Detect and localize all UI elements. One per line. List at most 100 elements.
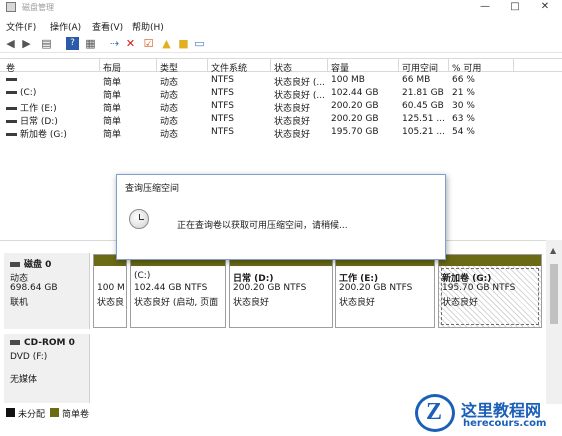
cell-percent-free: 54 % (452, 127, 475, 137)
col-divider (156, 59, 157, 72)
volume-cap (439, 255, 541, 266)
maximize-button[interactable]: □ (500, 0, 530, 15)
watermark-logo-letter: Z (426, 399, 443, 425)
menu-action[interactable]: 操作(A) (50, 20, 81, 33)
volume-icon (6, 120, 17, 123)
col-filesystem[interactable]: 文件系统 (211, 61, 247, 74)
folder-up-icon[interactable]: ▲ (160, 37, 173, 50)
col-percent-free[interactable]: % 可用 (452, 61, 481, 74)
table-row[interactable]: 日常 (D:) 简单 动态 NTFS 状态良好 200.20 GB 125.51… (0, 113, 562, 127)
partition-size: 200.20 GB NTFS (233, 283, 307, 293)
dialog-title: 查询压缩空间 (125, 184, 180, 194)
partition-status: 状态良好 (233, 298, 270, 308)
table-row[interactable]: 简单 动态 NTFS 状态良好 (... 100 MB 66 MB 66 % (0, 74, 562, 88)
rescan-icon[interactable]: ⇢ (108, 37, 121, 50)
menu-help[interactable]: 帮助(H) (132, 20, 164, 33)
clock-icon (129, 209, 149, 229)
cell-filesystem: NTFS (211, 114, 234, 124)
partition-size: 195.70 GB NTFS (442, 283, 516, 293)
disk-0-size: 698.64 GB (10, 283, 58, 293)
volume-icon (6, 107, 17, 110)
forward-icon[interactable]: ▶ (20, 37, 33, 50)
disk-0-status: 联机 (10, 298, 29, 308)
cell-percent-free: 21 % (452, 88, 475, 98)
minimize-button[interactable]: — (470, 0, 500, 15)
cell-filesystem: NTFS (211, 75, 234, 85)
partition-size: 200.20 GB NTFS (339, 283, 413, 293)
cell-free-space: 60.45 GB (402, 101, 444, 111)
volume-icon (6, 133, 17, 136)
cell-percent-free: 63 % (452, 114, 475, 124)
legend-unallocated: 未分配 (18, 410, 46, 420)
cell-filesystem: NTFS (211, 127, 234, 137)
col-divider (513, 59, 514, 72)
cell-free-space: 66 MB (402, 75, 431, 85)
col-type[interactable]: 类型 (160, 61, 178, 74)
menu-view[interactable]: 查看(V) (92, 20, 123, 33)
properties-icon[interactable]: ▦ (84, 37, 97, 50)
col-volume[interactable]: 卷 (6, 61, 15, 74)
cell-capacity: 200.20 GB (331, 101, 379, 111)
volume-icon (6, 91, 17, 94)
close-button[interactable]: ✕ (530, 0, 560, 15)
volume-icon (6, 78, 17, 81)
col-divider (207, 59, 208, 72)
cdrom-icon (10, 340, 20, 345)
menu-bar: 文件(F) 操作(A) 查看(V) 帮助(H) (0, 18, 562, 34)
cell-percent-free: 66 % (452, 75, 475, 85)
partition-size: 100 M (97, 283, 125, 293)
cell-volume (6, 75, 20, 85)
scroll-up-icon[interactable]: ▲ (550, 246, 556, 255)
cell-percent-free: 30 % (452, 101, 475, 111)
scroll-thumb[interactable] (550, 264, 558, 324)
vertical-scrollbar[interactable]: ▲ (546, 240, 562, 404)
cell-layout: 简单 (103, 130, 122, 140)
partition-status: 状态良好 (339, 298, 376, 308)
partition-g[interactable]: 新加卷 (G:) 195.70 GB NTFS 状态良好 (438, 254, 542, 328)
col-divider (448, 59, 449, 72)
back-icon[interactable]: ◀ (4, 37, 17, 50)
cell-filesystem: NTFS (211, 88, 234, 98)
cdrom-0-drive: DVD (F:) (10, 352, 48, 362)
partition-d[interactable]: 日常 (D:) 200.20 GB NTFS 状态良好 (229, 254, 333, 328)
col-capacity[interactable]: 容量 (331, 61, 349, 74)
cell-free-space: 105.21 ... (402, 127, 445, 137)
partition-size: 102.44 GB NTFS (134, 283, 208, 293)
table-row[interactable]: (C:) 简单 动态 NTFS 状态良好 (... 102.44 GB 21.8… (0, 87, 562, 101)
legend-simple-volume: 简单卷 (62, 410, 90, 420)
col-divider (398, 59, 399, 72)
table-row[interactable]: 新加卷 (G:) 简单 动态 NTFS 状态良好 195.70 GB 105.2… (0, 126, 562, 140)
col-divider (270, 59, 271, 72)
watermark-logo: Z (415, 394, 455, 432)
query-shrink-dialog: 查询压缩空间 正在查询卷以获取可用压缩空间，请稍候... (116, 174, 446, 260)
console-icon[interactable]: ▭ (193, 37, 206, 50)
col-divider (99, 59, 100, 72)
cell-capacity: 100 MB (331, 75, 365, 85)
dialog-message: 正在查询卷以获取可用压缩空间，请稍候... (177, 221, 348, 231)
cell-volume: 新加卷 (G:) (6, 127, 67, 140)
col-status[interactable]: 状态 (274, 61, 292, 74)
watermark-url: herecours.com (463, 418, 547, 429)
disk-management-icon (6, 2, 16, 12)
folder-search-icon[interactable]: ■ (177, 37, 190, 50)
menu-file[interactable]: 文件(F) (6, 20, 36, 33)
legend-swatch-unallocated (6, 408, 15, 417)
col-free-space[interactable]: 可用空间 (402, 61, 438, 74)
legend-swatch-simple (50, 408, 59, 417)
partition-e[interactable]: 工作 (E:) 200.20 GB NTFS 状态良好 (335, 254, 435, 328)
cell-volume: (C:) (6, 88, 36, 98)
cdrom-0-label[interactable]: CD-ROM 0 DVD (F:) 无媒体 (4, 334, 90, 403)
delete-icon[interactable]: ✕ (124, 37, 137, 50)
partition-system-reserved[interactable]: 100 M 状态良 (93, 254, 127, 328)
disk-0-label[interactable]: 磁盘 0 动态 698.64 GB 联机 (4, 253, 90, 329)
partition-status: 状态良好 (442, 298, 479, 308)
list-view-icon[interactable]: ▤ (40, 37, 53, 50)
checkmark-icon[interactable]: ☑ (142, 37, 155, 50)
partition-c[interactable]: (C:) 102.44 GB NTFS 状态良好 (启动, 页面 (130, 254, 226, 328)
cell-type: 动态 (160, 130, 179, 140)
help-icon[interactable]: ? (66, 37, 79, 50)
title-bar: 磁盘管理 — □ ✕ (0, 0, 562, 15)
col-layout[interactable]: 布局 (103, 61, 121, 74)
table-row[interactable]: 工作 (E:) 简单 动态 NTFS 状态良好 200.20 GB 60.45 … (0, 100, 562, 114)
cell-capacity: 200.20 GB (331, 114, 379, 124)
